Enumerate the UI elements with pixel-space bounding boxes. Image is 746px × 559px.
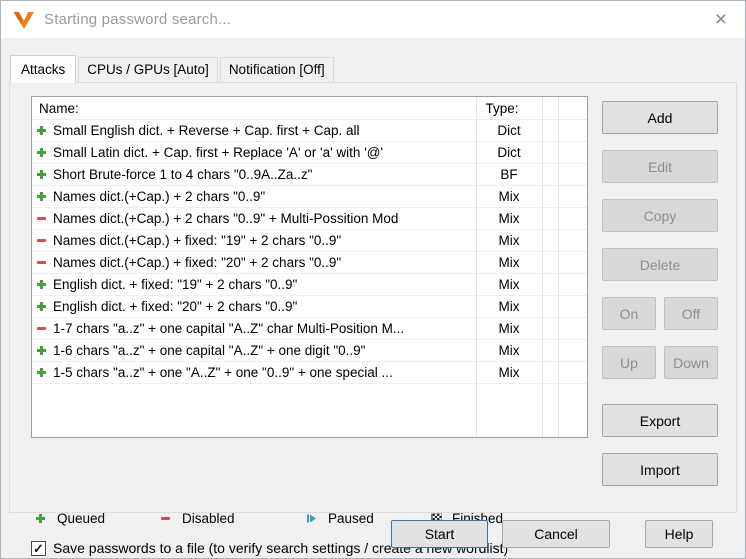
list-item[interactable]: Names dict.(+Cap.) + 2 chars "0..9" + Mu… [32, 208, 587, 230]
list-item[interactable]: English dict. + fixed: "19" + 2 chars "0… [32, 274, 587, 296]
queued-icon [36, 169, 53, 180]
attack-type: Mix [498, 365, 520, 380]
attack-name: Names dict.(+Cap.) + fixed: "20" + 2 cha… [53, 255, 342, 270]
list-item[interactable]: 1-5 chars "a..z" + one "A..Z" + one "0..… [32, 362, 587, 384]
tab-attacks[interactable]: Attacks [10, 55, 77, 83]
attack-name: 1-7 chars "a..z" + one capital "A..Z" ch… [53, 321, 405, 336]
queued-icon [36, 345, 53, 356]
attack-type: Mix [498, 343, 520, 358]
list-item[interactable]: English dict. + fixed: "20" + 2 chars "0… [32, 296, 587, 318]
list-item[interactable]: Small Latin dict. + Cap. first + Replace… [32, 142, 587, 164]
export-button[interactable]: Export [602, 404, 718, 437]
attack-type: Mix [498, 233, 520, 248]
attack-name: English dict. + fixed: "19" + 2 chars "0… [53, 277, 298, 292]
off-button[interactable]: Off [664, 297, 718, 330]
attack-name: Names dict.(+Cap.) + 2 chars "0..9" [53, 189, 266, 204]
attacks-panel: Name: Type: Small English dict. + Revers… [9, 82, 737, 556]
window-title: Starting password search... [44, 11, 232, 28]
import-button[interactable]: Import [602, 453, 718, 486]
attack-name: English dict. + fixed: "20" + 2 chars "0… [53, 299, 298, 314]
attack-type: Mix [498, 299, 520, 314]
column-header-name[interactable]: Name: [32, 101, 469, 116]
disabled-icon [36, 257, 53, 268]
tab-bar: Attacks CPUs / GPUs [Auto] Notification … [10, 55, 745, 83]
delete-button[interactable]: Delete [602, 248, 718, 281]
attack-type: Dict [497, 123, 521, 138]
list-header: Name: Type: [32, 97, 587, 120]
list-item[interactable]: 1-7 chars "a..z" + one capital "A..Z" ch… [32, 318, 587, 340]
edit-button[interactable]: Edit [602, 150, 718, 183]
queued-icon [36, 367, 53, 378]
list-item[interactable]: Small English dict. + Reverse + Cap. fir… [32, 120, 587, 142]
down-button[interactable]: Down [664, 346, 718, 379]
queued-icon [36, 125, 53, 136]
attack-type: Mix [498, 321, 520, 336]
close-icon[interactable]: × [710, 9, 732, 30]
column-header-type[interactable]: Type: [469, 101, 535, 116]
attack-name: Small English dict. + Reverse + Cap. fir… [53, 123, 360, 138]
attack-name: Names dict.(+Cap.) + fixed: "19" + 2 cha… [53, 233, 342, 248]
attack-type: Mix [498, 211, 520, 226]
list-item[interactable]: Short Brute-force 1 to 4 chars "0..9A..Z… [32, 164, 587, 186]
attack-type: Mix [498, 277, 520, 292]
list-rows: Small English dict. + Reverse + Cap. fir… [32, 120, 587, 384]
attack-name: 1-5 chars "a..z" + one "A..Z" + one "0..… [53, 365, 393, 380]
attack-type: BF [500, 167, 518, 182]
column-divider [558, 97, 559, 437]
cancel-button[interactable]: Cancel [502, 520, 610, 548]
start-button[interactable]: Start [391, 520, 488, 548]
add-button[interactable]: Add [602, 101, 718, 134]
help-button[interactable]: Help [645, 520, 713, 548]
up-button[interactable]: Up [602, 346, 656, 379]
attack-type: Mix [498, 255, 520, 270]
list-item[interactable]: Names dict.(+Cap.) + fixed: "20" + 2 cha… [32, 252, 587, 274]
attack-type: Dict [497, 145, 521, 160]
dialog-button-row: Start Cancel Help [1, 520, 745, 548]
queued-icon [36, 301, 53, 312]
list-item[interactable]: Names dict.(+Cap.) + fixed: "19" + 2 cha… [32, 230, 587, 252]
attack-name: 1-6 chars "a..z" + one capital "A..Z" + … [53, 343, 366, 358]
side-button-column: Add Edit Copy Delete On Off Up Down Expo… [602, 96, 718, 502]
queued-icon [36, 191, 53, 202]
disabled-icon [36, 323, 53, 334]
attack-list[interactable]: Name: Type: Small English dict. + Revers… [31, 96, 588, 438]
copy-button[interactable]: Copy [602, 199, 718, 232]
tab-notification[interactable]: Notification [Off] [219, 57, 334, 82]
list-item[interactable]: 1-6 chars "a..z" + one capital "A..Z" + … [32, 340, 587, 362]
column-divider [542, 97, 543, 437]
titlebar: Starting password search... × [1, 1, 745, 38]
disabled-icon [36, 235, 53, 246]
list-item[interactable]: Names dict.(+Cap.) + 2 chars "0..9" Mix [32, 186, 587, 208]
queued-icon [36, 279, 53, 290]
attack-name: Small Latin dict. + Cap. first + Replace… [53, 145, 384, 160]
attack-type: Mix [498, 189, 520, 204]
disabled-icon [36, 213, 53, 224]
attack-name: Short Brute-force 1 to 4 chars "0..9A..Z… [53, 167, 313, 182]
column-divider [476, 97, 477, 437]
app-logo-icon [13, 10, 35, 30]
attack-name: Names dict.(+Cap.) + 2 chars "0..9" + Mu… [53, 211, 399, 226]
queued-icon [36, 147, 53, 158]
on-button[interactable]: On [602, 297, 656, 330]
tab-cpus-gpus[interactable]: CPUs / GPUs [Auto] [78, 57, 218, 82]
